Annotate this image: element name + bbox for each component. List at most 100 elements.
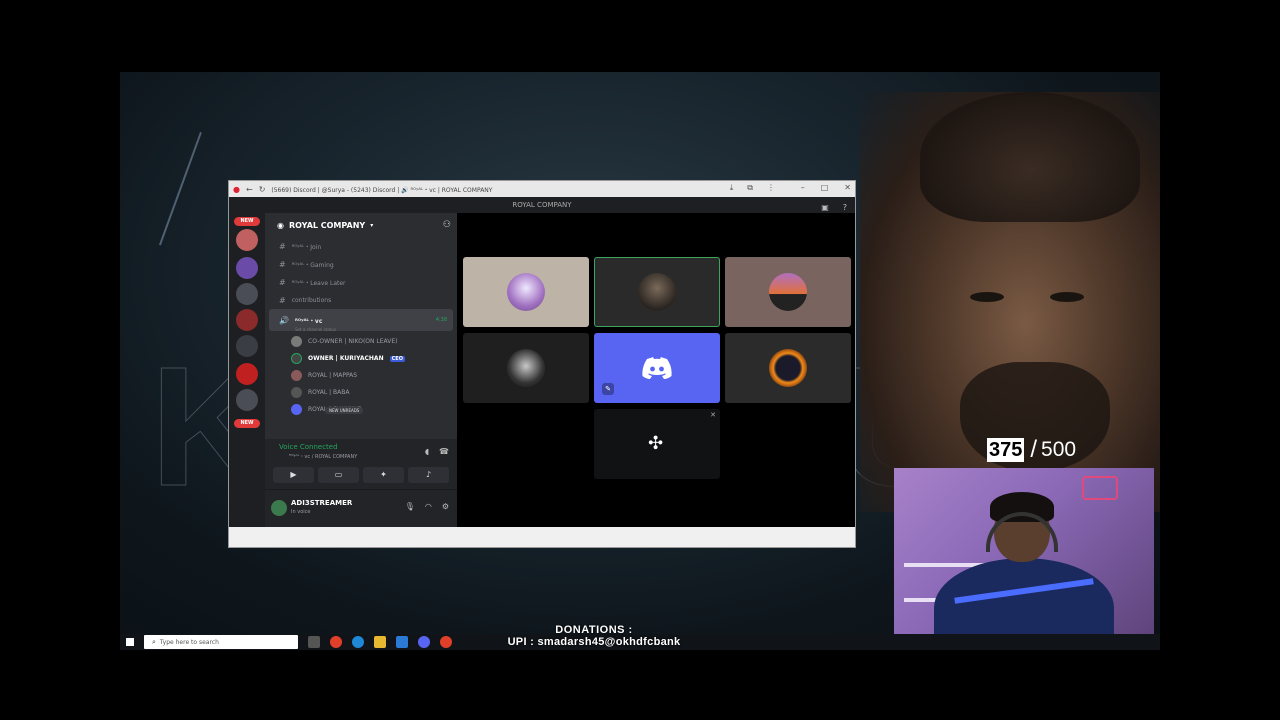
username[interactable]: ADI3STREAMER (291, 499, 352, 507)
browser-titlebar: ● ← ↻ (5669) Discord | @Surya - (5243) D… (229, 181, 855, 197)
activities-button[interactable]: ✦ (363, 467, 404, 483)
taskbar-search-input[interactable]: ⌕ Type here to search (144, 635, 298, 649)
voice-video-grid: ✎ ✕ ✣ (457, 213, 855, 527)
server-icon[interactable] (236, 309, 258, 331)
counter-separator: / (1030, 436, 1038, 463)
server-icon[interactable] (236, 389, 258, 411)
avatar (291, 353, 302, 364)
member-name: ROYAL | BABA (308, 389, 350, 396)
close-icon[interactable]: ✕ (844, 183, 851, 192)
microphone-icon[interactable]: 🎙 (405, 502, 415, 511)
discord-app: ROYAL COMPANY ▣ ? NEW NEW ◉ ROYAL COMPAN… (229, 197, 855, 527)
guild-name: ROYAL COMPANY (288, 220, 366, 230)
new-unreads-pill[interactable]: NEW UNREADS (325, 407, 364, 414)
webcam-feed (894, 468, 1154, 648)
user-panel: ADI3STREAMER In voice 🎙 ◠ ⚙ (265, 489, 457, 527)
edge-icon[interactable] (352, 636, 364, 648)
avatar (291, 370, 302, 381)
member-name: OWNER | KURIYACHAN (308, 355, 384, 362)
voice-member[interactable]: ROYAL | BABA (265, 384, 457, 401)
apps-grid-icon[interactable]: ✣ (648, 433, 663, 454)
participant-tile[interactable] (594, 257, 720, 327)
discord-window-title: ROYAL COMPANY (512, 201, 572, 209)
avatar (291, 336, 302, 347)
voice-member[interactable]: ROYAL | MAPPAS (265, 367, 457, 384)
donations-upi: UPI : smadarsh45@okhdfcbank (507, 636, 681, 648)
video-button[interactable]: ▶ (273, 467, 314, 483)
server-icon[interactable] (236, 229, 258, 251)
reload-icon[interactable]: ↻ (259, 185, 266, 194)
new-badge: NEW (234, 217, 260, 226)
counter-total: 500 (1041, 438, 1077, 461)
new-badge: NEW (234, 419, 260, 428)
avatar (769, 349, 807, 387)
avatar (507, 273, 545, 311)
browser-app-icon: ● (233, 184, 240, 194)
channel-item[interactable]: # ᴿᴼʸᴬᴸ・Gaming (265, 255, 457, 273)
avatar (291, 387, 302, 398)
speaker-icon: 🔊 (279, 315, 289, 325)
search-placeholder: Type here to search (159, 638, 219, 646)
channel-item[interactable]: # contributions (265, 291, 457, 309)
gear-icon[interactable]: ⚙ (442, 502, 449, 511)
participant-tile[interactable]: ✎ (594, 333, 720, 403)
member-name: CO-OWNER | NIKO(ON LEAVE) (308, 338, 398, 345)
voice-member[interactable]: ROYAL | SHUKKUR NEW UNREADS (265, 401, 457, 418)
stream-indicator-icon: ✎ (602, 383, 614, 395)
disconnect-icon[interactable]: ☎ (439, 447, 449, 456)
store-icon[interactable] (396, 636, 408, 648)
noise-suppression-icon[interactable]: ◖ (425, 447, 429, 456)
member-tag: CEO (389, 355, 405, 362)
voice-status[interactable]: Voice Connected (279, 443, 338, 451)
server-icon[interactable] (236, 283, 258, 305)
participant-tile[interactable] (725, 257, 851, 327)
donations-overlay: DONATIONS : UPI : smadarsh45@okhdfcbank (494, 624, 694, 648)
file-explorer-icon[interactable] (374, 636, 386, 648)
activity-tile[interactable]: ✕ ✣ (594, 409, 720, 479)
channel-name: ᴿᴼʸᴬᴸ・Leave Later (291, 279, 346, 287)
voice-channel-icon: # (279, 259, 286, 269)
voice-channel-icon: # (279, 277, 286, 287)
channel-item[interactable]: # ᴿᴼʸᴬᴸ・Leave Later (265, 273, 457, 291)
lightning-decoration (158, 132, 202, 246)
chrome-icon[interactable] (440, 636, 452, 648)
discord-taskbar-icon[interactable] (418, 636, 430, 648)
avatar[interactable] (271, 500, 287, 516)
add-member-icon[interactable]: ⚇ (443, 220, 451, 230)
streamer (934, 492, 1114, 648)
avatar (507, 349, 545, 387)
participant-tile[interactable] (725, 333, 851, 403)
voice-member[interactable]: CO-OWNER | NIKO(ON LEAVE) (265, 333, 457, 350)
voice-member[interactable]: OWNER | KURIYACHAN CEO (265, 350, 457, 367)
headphones-icon[interactable]: ◠ (425, 502, 432, 511)
back-icon[interactable]: ← (246, 185, 253, 194)
screen-share-button[interactable]: ▭ (318, 467, 359, 483)
voice-location: ᴿᴼʸᴬᴸ・vc / ROYAL COMPANY (289, 454, 358, 460)
server-icon[interactable] (236, 363, 258, 385)
chrome-icon[interactable] (330, 636, 342, 648)
maximize-icon[interactable]: □ (821, 183, 829, 192)
channel-name: ᴿᴼʸᴬᴸ・Join (291, 243, 322, 251)
minimize-icon[interactable]: – (801, 183, 805, 192)
soundboard-button[interactable]: ♪ (408, 467, 449, 483)
channel-item[interactable]: # ᴿᴼʸᴬᴸ・Join (265, 237, 457, 255)
taskbar-apps (308, 636, 452, 648)
extensions-icon[interactable]: ⧉ (747, 183, 753, 193)
participant-tile[interactable] (463, 257, 589, 327)
download-icon[interactable]: ⤓ (730, 183, 734, 193)
server-icon[interactable] (236, 335, 258, 357)
donations-title: DONATIONS : (555, 624, 633, 636)
browser-window: ● ← ↻ (5669) Discord | @Surya - (5243) D… (228, 180, 856, 548)
task-view-icon[interactable] (308, 636, 320, 648)
stream-goal-counter: 375 / 500 (987, 436, 1076, 464)
more-icon[interactable]: ⋮ (767, 183, 775, 193)
user-status: In voice (291, 509, 311, 515)
chevron-down-icon: ▾ (370, 221, 374, 229)
participant-tile[interactable] (463, 333, 589, 403)
close-icon[interactable]: ✕ (710, 411, 716, 419)
server-icon[interactable] (236, 257, 258, 279)
neon-sign-decoration (1082, 476, 1118, 500)
guild-header[interactable]: ◉ ROYAL COMPANY ▾ ⚇ (265, 213, 457, 237)
browser-tab-title[interactable]: (5669) Discord | @Surya - (5243) Discord… (271, 185, 492, 194)
windows-start-icon[interactable] (126, 638, 134, 646)
